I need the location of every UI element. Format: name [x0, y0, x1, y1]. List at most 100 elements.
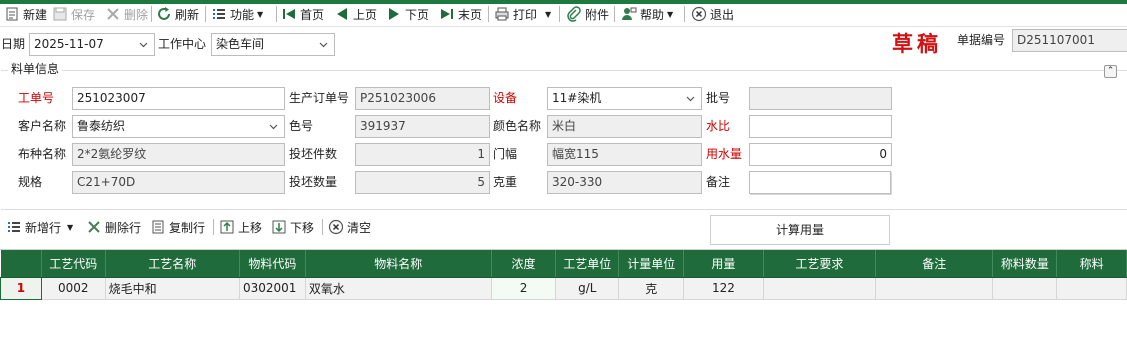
clear-button[interactable]: 清空 [328, 217, 371, 237]
arrow-up-icon [220, 220, 234, 234]
table-cell[interactable]: 122 [683, 277, 764, 300]
table-cell[interactable]: g/L [555, 277, 620, 300]
save-button[interactable]: 保存 [52, 4, 95, 24]
table-cell[interactable]: 0002 [41, 277, 106, 300]
customer-select[interactable]: 鲁泰纺织 [72, 115, 285, 138]
table-row[interactable]: 1 0002 烧毛中和 0302001 双氧水 2 g/L 克 122 [0, 276, 1127, 300]
table-cell[interactable] [992, 277, 1058, 300]
refresh-icon [158, 7, 170, 20]
toolbar-separator [151, 6, 152, 22]
row-number[interactable]: 1 [0, 276, 42, 300]
spec-label: 规格 [18, 175, 43, 189]
gram-field[interactable]: 320-330 [547, 171, 702, 194]
table-cell[interactable] [763, 277, 877, 300]
grid-header-row: 工艺代码 工艺名称 物料代码 物料名称 浓度 工艺单位 计量单位 用量 工艺要求… [0, 250, 1127, 278]
column-header-rownum[interactable] [0, 250, 42, 278]
next-page-button[interactable]: 下页 [386, 4, 429, 24]
copy-row-button[interactable]: 复制行 [150, 217, 205, 237]
equipment-select[interactable]: 11#染机 [547, 87, 702, 110]
print-icon [495, 7, 509, 21]
last-page-button[interactable]: 末页 [439, 4, 482, 24]
double-chevron-up-icon: ⌃ [1106, 66, 1115, 76]
delete-row-button[interactable]: 删除行 [86, 217, 141, 237]
column-header[interactable]: 称料 [1056, 250, 1127, 278]
pieces-field[interactable]: 1 [355, 143, 490, 166]
customer-label: 客户名称 [18, 119, 67, 133]
status-stamp: 草稿 [892, 31, 942, 56]
width-field[interactable]: 幅宽115 [547, 143, 702, 166]
chevron-down-icon [686, 96, 695, 102]
date-picker[interactable]: 2025-11-07 [29, 33, 155, 56]
toolbar-separator [684, 6, 685, 22]
work-center-select[interactable]: 染色车间 [211, 33, 335, 56]
column-header[interactable]: 工艺名称 [105, 250, 240, 278]
process-grid: 工艺代码 工艺名称 物料代码 物料名称 浓度 工艺单位 计量单位 用量 工艺要求… [0, 249, 1127, 348]
delete-button[interactable]: 删除 [105, 4, 148, 24]
water-label: 用水量 [706, 147, 743, 161]
qty-field[interactable]: 5 [355, 171, 490, 194]
table-cell[interactable]: 0302001 [239, 277, 306, 300]
add-row-button[interactable]: 新增行 ▼ [6, 217, 73, 237]
calculate-usage-button[interactable]: 计算用量 [710, 215, 890, 245]
fabric-label: 布种名称 [18, 147, 67, 161]
column-header[interactable]: 工艺代码 [41, 250, 106, 278]
column-header[interactable]: 计量单位 [618, 250, 685, 278]
help-icon [622, 7, 637, 20]
water-ratio-field[interactable] [749, 115, 892, 138]
width-label: 门幅 [493, 147, 518, 161]
column-header[interactable]: 工艺要求 [763, 250, 877, 278]
move-down-button[interactable]: 下移 [271, 217, 314, 237]
arrow-down-icon [272, 220, 286, 234]
date-label: 日期 [1, 37, 26, 51]
prev-page-button[interactable]: 上页 [334, 4, 377, 24]
table-cell[interactable]: 烧毛中和 [105, 277, 240, 300]
prev-page-icon [337, 8, 347, 20]
clear-icon [328, 219, 344, 235]
work-order-label: 工单号 [18, 91, 55, 105]
table-cell[interactable] [1056, 277, 1127, 300]
table-cell[interactable]: 克 [618, 277, 685, 300]
table-cell[interactable] [875, 277, 994, 300]
color-no-label: 色号 [289, 119, 314, 133]
toolbar-separator [322, 219, 323, 235]
function-menu-button[interactable]: 功能 ▼ [211, 4, 263, 24]
column-header[interactable]: 称料数量 [992, 250, 1058, 278]
color-name-label: 颜色名称 [493, 119, 542, 133]
toolbar-separator [205, 6, 206, 22]
table-cell[interactable]: 2 [491, 277, 557, 300]
chevron-down-icon: ▼ [667, 9, 674, 19]
column-header[interactable]: 工艺单位 [555, 250, 620, 278]
color-no-field[interactable]: 391937 [355, 115, 490, 138]
refresh-button[interactable]: 刷新 [156, 4, 199, 24]
work-order-field[interactable]: 251023007 [72, 87, 285, 110]
column-header[interactable]: 浓度 [491, 250, 557, 278]
grid-table: 工艺代码 工艺名称 物料代码 物料名称 浓度 工艺单位 计量单位 用量 工艺要求… [0, 250, 1127, 300]
exit-button[interactable]: 退出 [691, 4, 734, 24]
help-menu-button[interactable]: 帮助 ▼ [621, 4, 673, 24]
water-field[interactable]: 0 [749, 143, 892, 166]
column-header[interactable]: 物料名称 [305, 250, 492, 278]
column-header[interactable]: 用量 [683, 250, 764, 278]
color-name-field[interactable]: 米白 [547, 115, 702, 138]
attachment-button[interactable]: 附件 [566, 4, 609, 24]
column-header[interactable]: 备注 [875, 250, 994, 278]
chevron-down-icon [319, 42, 328, 48]
new-button[interactable]: 新建 [4, 4, 47, 24]
collapse-button[interactable]: ⌃ [1104, 65, 1117, 78]
toolbar-separator [276, 6, 277, 22]
table-cell[interactable]: 双氧水 [305, 277, 492, 300]
move-up-button[interactable]: 上移 [219, 217, 262, 237]
remark-field[interactable] [749, 171, 891, 194]
batch-field[interactable] [749, 87, 892, 110]
remark-label: 备注 [706, 175, 731, 189]
chevron-down-icon [139, 42, 148, 48]
doc-no-field[interactable]: D251107001 [1012, 29, 1127, 52]
spec-field[interactable]: C21+70D [72, 171, 285, 194]
column-header[interactable]: 物料代码 [239, 250, 306, 278]
equipment-label: 设备 [493, 91, 518, 105]
toolbar-separator [213, 219, 214, 235]
print-menu-button[interactable]: 打印 ▼ [494, 4, 551, 24]
first-page-button[interactable]: 首页 [281, 4, 324, 24]
fabric-field[interactable]: 2*2氨纶罗纹 [72, 143, 285, 166]
prod-order-field[interactable]: P251023006 [355, 87, 490, 110]
